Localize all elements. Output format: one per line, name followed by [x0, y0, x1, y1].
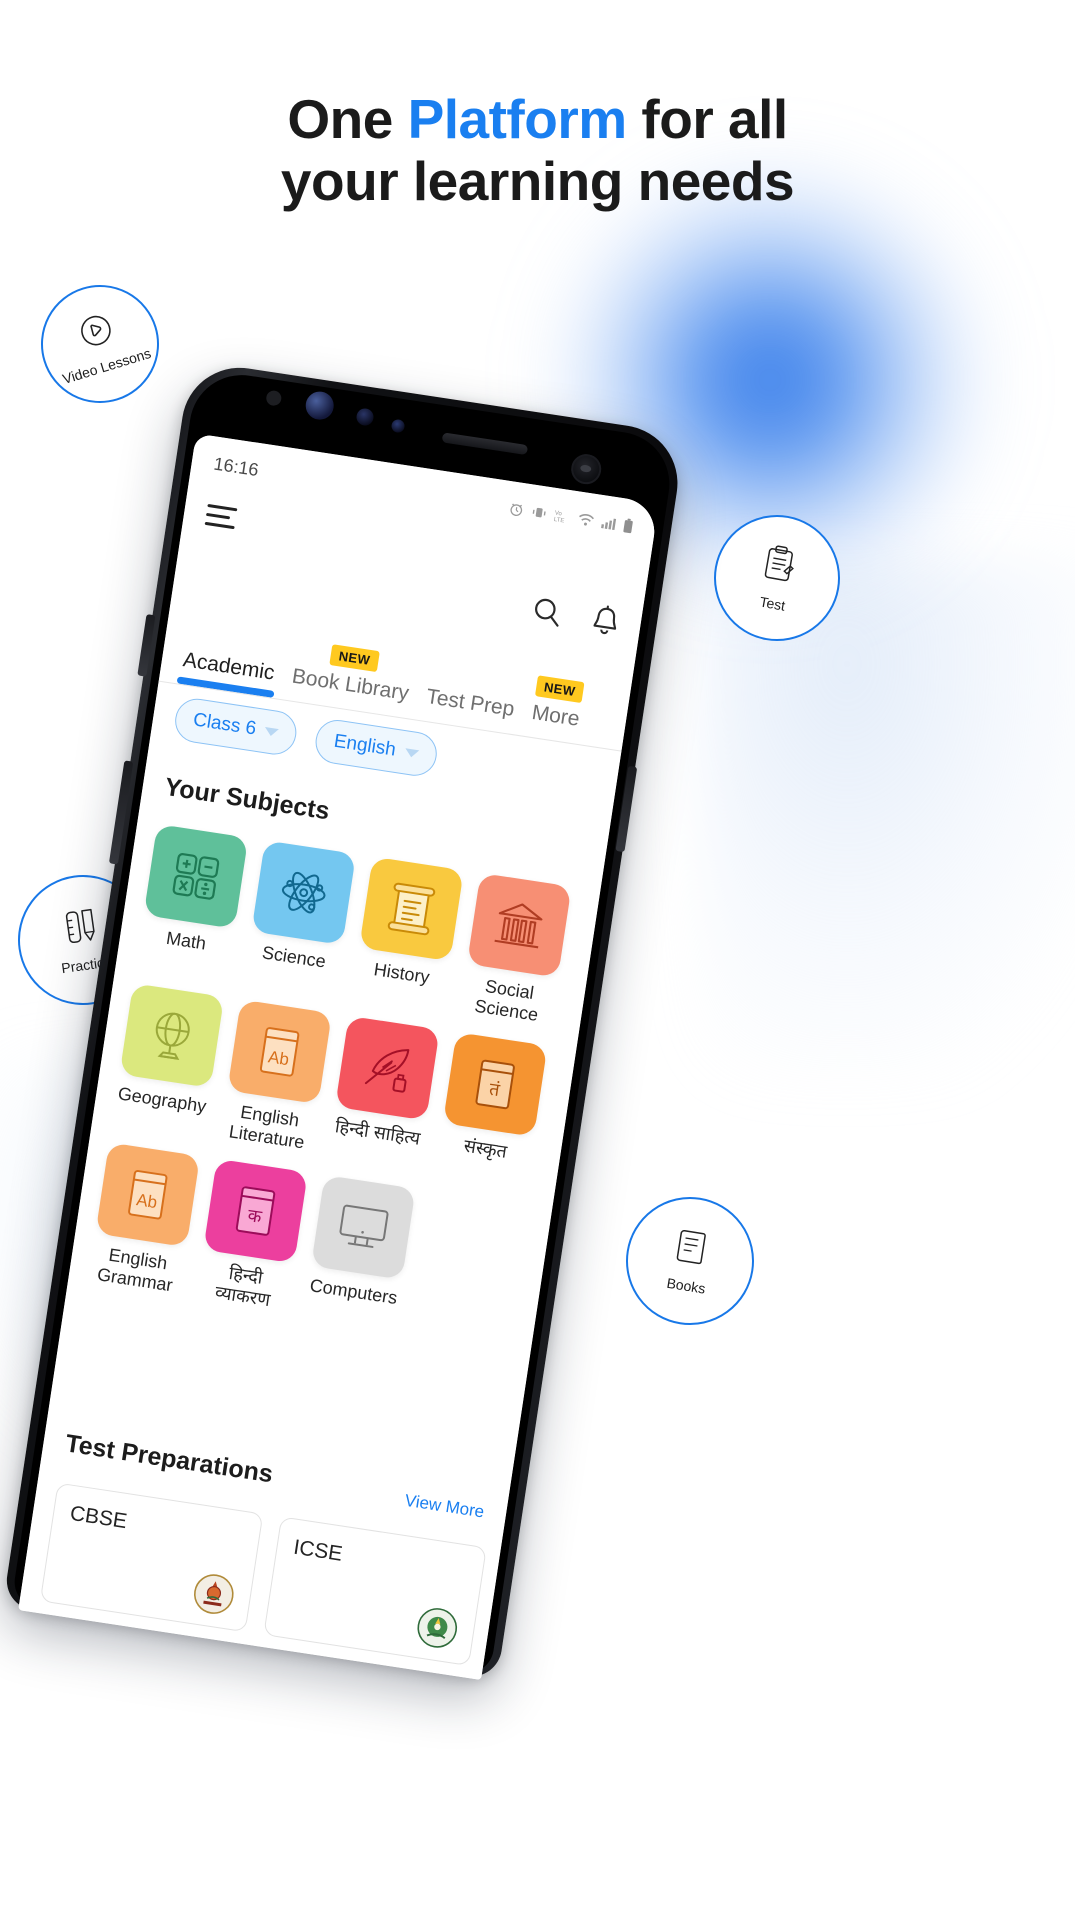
book-icon [672, 1226, 712, 1274]
svg-text:LTE: LTE [553, 517, 564, 524]
alarm-icon [510, 503, 523, 517]
bell-icon[interactable] [588, 603, 623, 644]
globe-icon [119, 983, 225, 1088]
test-prep-section-title: Test Preparations [63, 1429, 275, 1489]
subject-tile-english-grammar[interactable]: Ab English Grammar [88, 1142, 201, 1297]
tab-label: Test Prep [424, 684, 516, 721]
class-filter-value: Class 6 [191, 709, 258, 740]
subject-name: हिन्दी साहित्य [333, 1116, 422, 1149]
feature-badge-test[interactable]: Test [704, 505, 850, 651]
test-prep-card-title: ICSE [292, 1535, 344, 1566]
signal-icon [601, 518, 617, 531]
new-badge: NEW [329, 644, 380, 673]
search-icon[interactable] [528, 594, 565, 635]
background-soft-glow-right [700, 560, 1075, 1080]
subject-tile-sanskrit[interactable]: तं संस्कृत [435, 1032, 548, 1187]
test-prep-card-title: CBSE [68, 1501, 129, 1534]
headline-accent-word: Platform [407, 88, 628, 150]
phone-mockup: 16:16 Vo LTE Academic NEW Book Library T… [0, 330, 709, 1681]
calculator-icon [143, 824, 249, 929]
vibrate-icon [532, 507, 546, 518]
feature-badge-label: Books [665, 1274, 707, 1297]
test-prep-card-icse[interactable]: ICSE [263, 1516, 487, 1667]
clipboard-test-icon [757, 541, 800, 592]
subject-name: Geography [116, 1083, 208, 1117]
battery-icon [623, 518, 633, 534]
language-filter-value: English [332, 730, 398, 761]
subjects-section-title: Your Subjects [162, 772, 332, 826]
feature-badge-label: Test [758, 593, 787, 614]
monitor-icon [310, 1174, 416, 1280]
subject-name: History [372, 959, 431, 988]
phone-screen: 16:16 Vo LTE Academic NEW Book Library T… [18, 433, 659, 1681]
feature-badge-books[interactable]: Books [616, 1187, 764, 1335]
subject-tile-science[interactable]: Science [244, 840, 357, 995]
subject-name: Computers [308, 1275, 399, 1309]
subject-name: English Grammar [95, 1244, 174, 1296]
subject-tile-social-science[interactable]: Social Science [459, 872, 572, 1028]
subject-name: हिन्दी व्याकरण [213, 1262, 272, 1311]
hindi-book-icon: क [203, 1158, 308, 1264]
icse-emblem-icon [417, 1608, 458, 1648]
scroll-icon [359, 856, 464, 962]
status-bar-icons: Vo LTE [507, 500, 634, 535]
status-bar-time: 16:16 [212, 453, 260, 480]
atom-icon [251, 840, 357, 946]
subject-tile-english-literature[interactable]: Ab English Literature [220, 999, 332, 1154]
subject-tile-geography[interactable]: Geography [112, 983, 225, 1138]
ab-book-icon: Ab [95, 1142, 201, 1248]
app-home-screen: 16:16 Vo LTE Academic NEW Book Library T… [18, 433, 659, 1681]
app-bar-actions [528, 594, 623, 644]
subject-tile-history[interactable]: History [351, 856, 464, 1012]
language-filter-dropdown[interactable]: English [312, 717, 440, 779]
headline-line1-part2: for all [626, 88, 788, 150]
svg-text:Ab: Ab [267, 1047, 290, 1069]
subject-name: English Literature [227, 1101, 306, 1153]
subject-tile-hindi-vyakaran[interactable]: क हिन्दी व्याकरण [196, 1158, 308, 1314]
tab-label: Book Library [290, 664, 411, 706]
subject-tile-math[interactable]: Math [136, 824, 249, 979]
hamburger-line [204, 521, 235, 530]
ab-book-icon: Ab [227, 999, 332, 1105]
svg-text:Ab: Ab [135, 1190, 158, 1212]
play-circle-icon [75, 309, 119, 356]
tab-label: Academic [181, 648, 277, 685]
subjects-grid: Math Science History Social Science Geog… [88, 824, 583, 1348]
bank-icon [466, 872, 572, 978]
quill-icon [335, 1015, 440, 1121]
class-filter-dropdown[interactable]: Class 6 [172, 695, 300, 758]
new-badge: NEW [534, 675, 585, 704]
sanskrit-book-icon: तं [442, 1032, 548, 1137]
view-more-link[interactable]: View More [403, 1491, 486, 1523]
subject-tile-computers[interactable]: Computers [303, 1174, 416, 1330]
subject-name: Math [164, 927, 208, 954]
chevron-down-icon [264, 727, 280, 738]
test-prep-card-cbse[interactable]: CBSE [39, 1482, 264, 1633]
subject-tile-hindi-sahitya[interactable]: हिन्दी साहित्य [327, 1015, 440, 1171]
feature-badge-label: Video Lessons [60, 344, 153, 388]
page-title: One Platform for all your learning needs [0, 88, 1075, 212]
headline-line2: your learning needs [280, 150, 795, 212]
cbse-emblem-icon [193, 1574, 234, 1614]
hamburger-line [207, 503, 238, 512]
chevron-down-icon [403, 748, 419, 759]
hamburger-line [205, 512, 231, 520]
subject-name: Science [260, 942, 328, 972]
subject-name: संस्कृत [462, 1135, 509, 1162]
headline-line1-part1: One [287, 88, 408, 150]
tab-label: More [530, 700, 582, 731]
volte-icon: Vo LTE [553, 510, 564, 524]
hamburger-icon[interactable] [204, 503, 238, 530]
wifi-icon [579, 514, 595, 526]
subject-name: Social Science [473, 975, 540, 1025]
